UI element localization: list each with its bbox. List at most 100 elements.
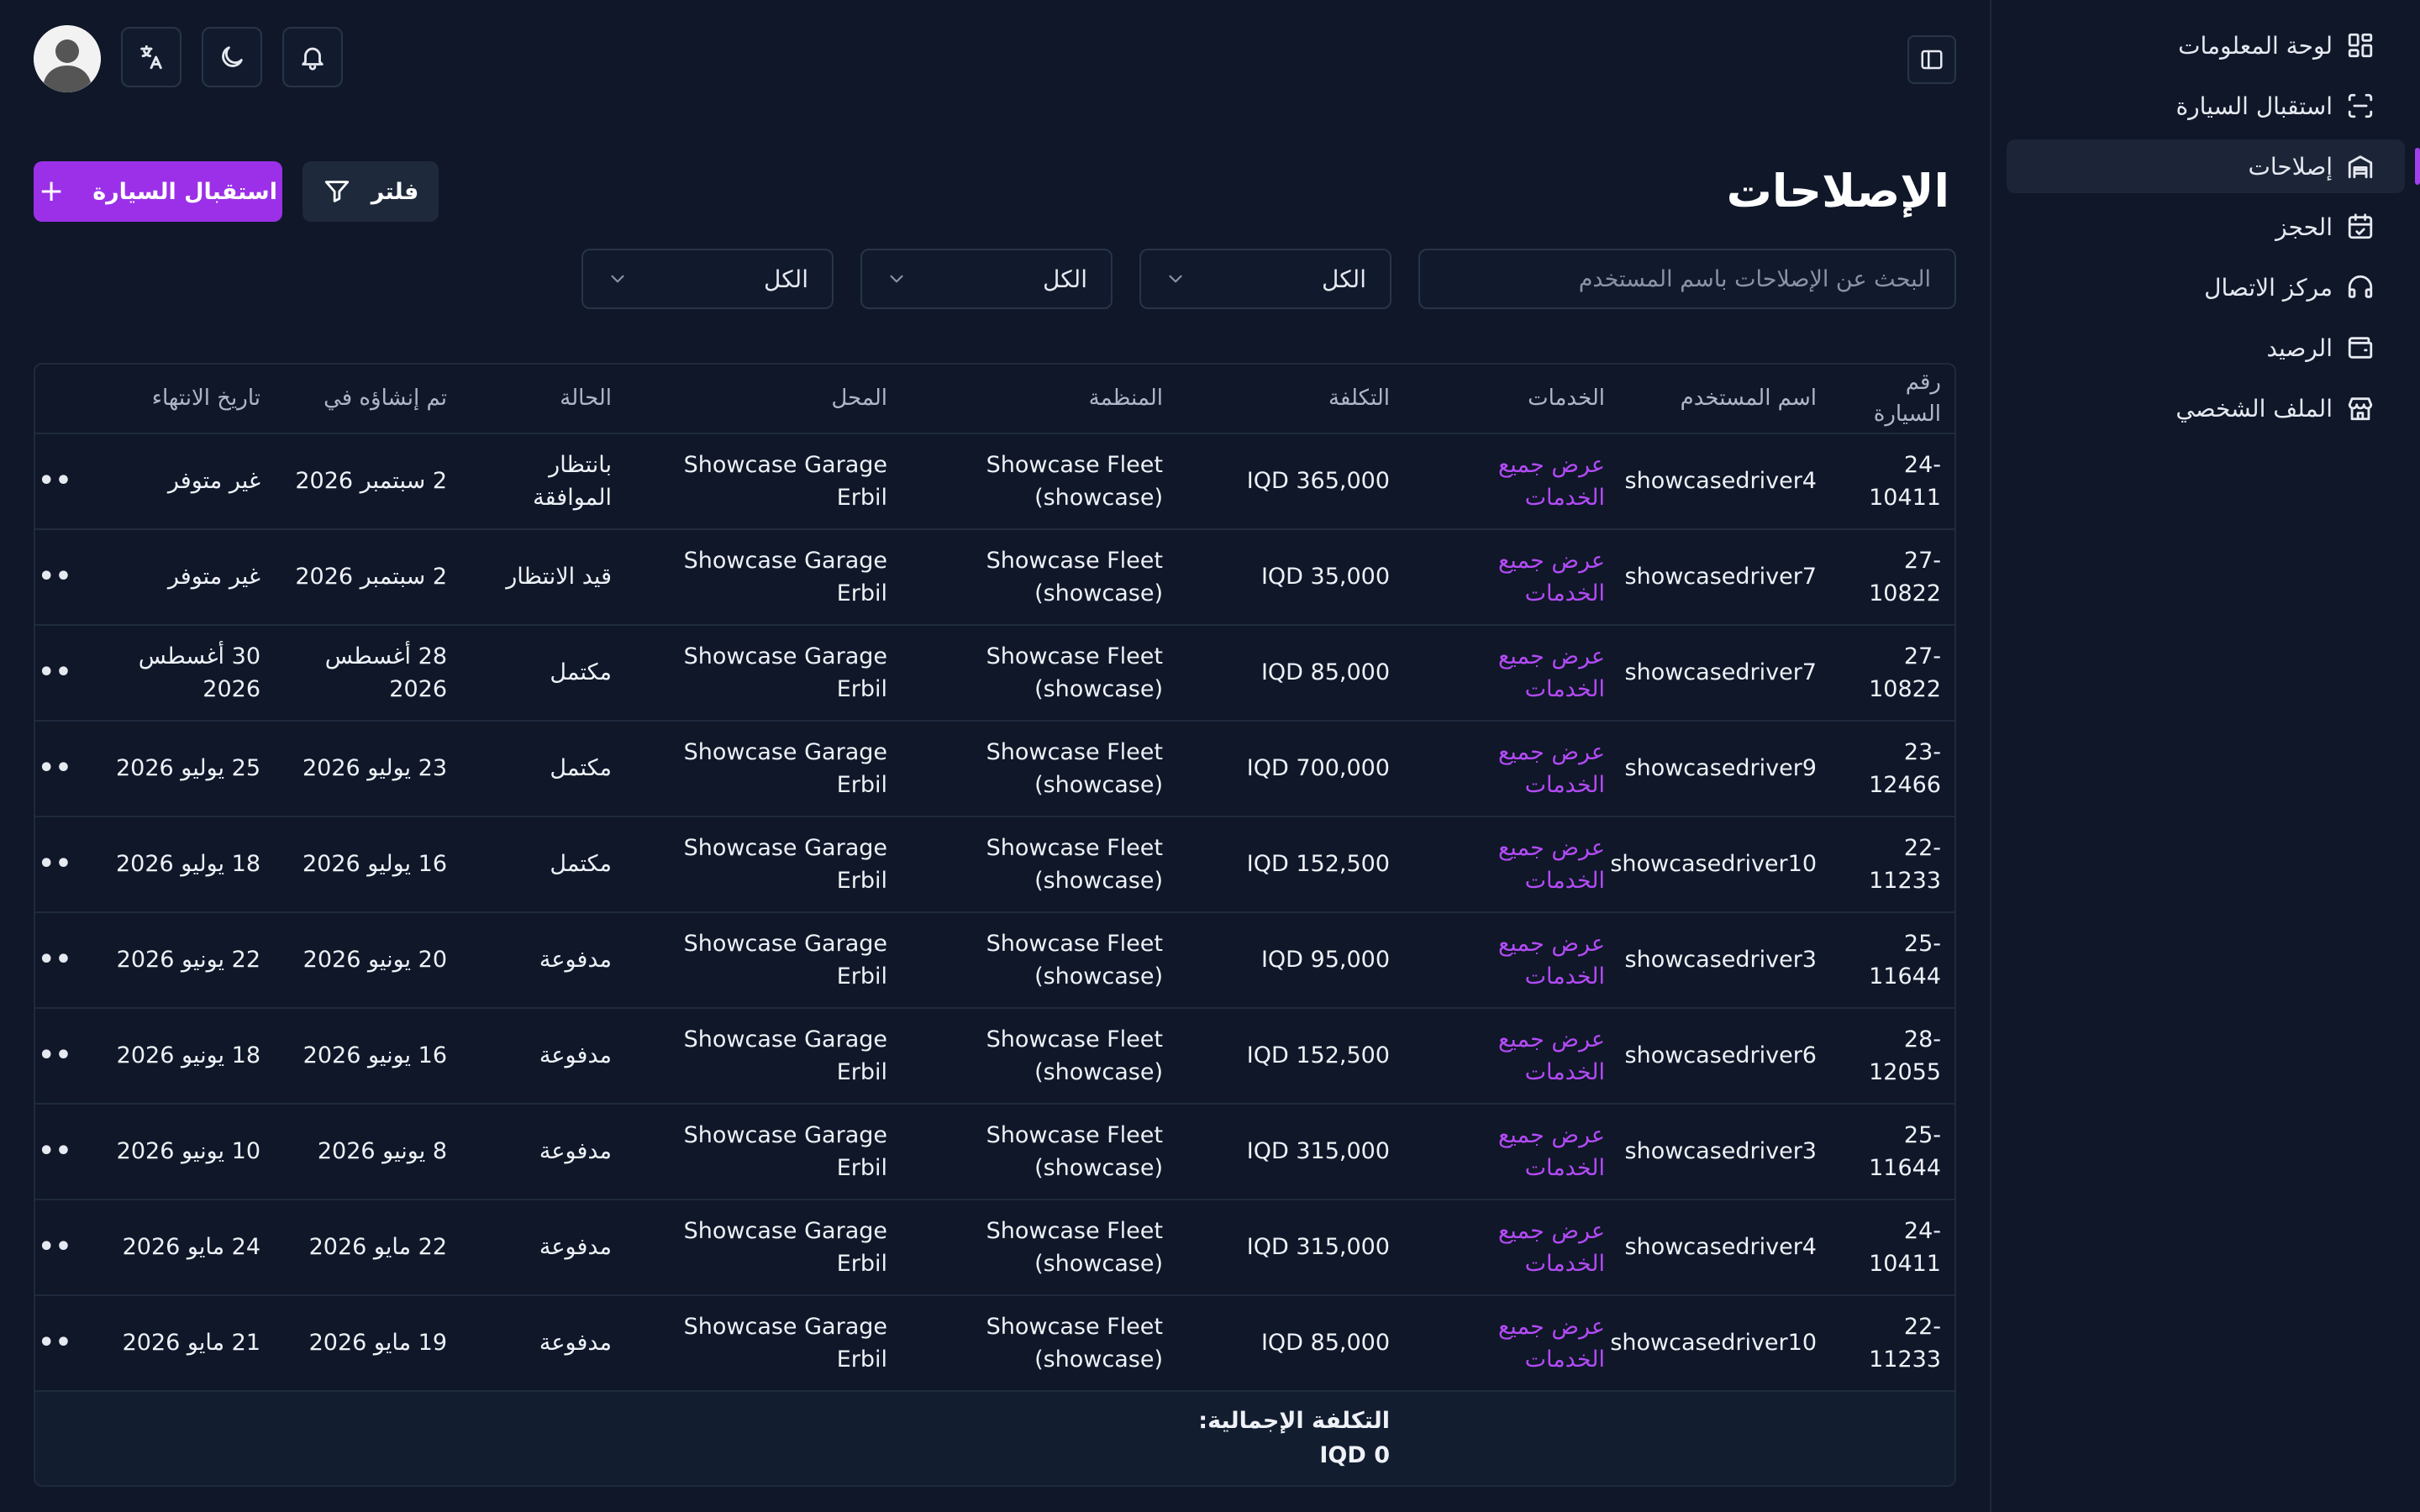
end-date-cell: غير متوفر bbox=[86, 529, 274, 626]
row-actions-button[interactable]: ••• bbox=[35, 721, 86, 817]
sidebar-item-repairs[interactable]: إصلاحات bbox=[2007, 139, 2420, 193]
table-row[interactable]: 25-11644 showcasedriver3 عرض جميع الخدمات I… bbox=[35, 912, 1954, 1009]
select-value: الكل bbox=[1322, 265, 1366, 293]
status-cell: مدفوعة bbox=[460, 1295, 625, 1392]
table-row[interactable]: 22-11233 showcasedriver10 عرض جميع الخدمات… bbox=[35, 816, 1954, 913]
notifications-button[interactable] bbox=[282, 27, 343, 87]
car-number-cell: 24-10411 bbox=[1830, 1200, 1954, 1296]
row-actions-button[interactable]: ••• bbox=[35, 625, 86, 722]
total-cost: التكلفة الإجمالية: 0 IQD bbox=[1176, 1391, 1403, 1485]
calendar-icon bbox=[2346, 213, 2375, 241]
services-link[interactable]: عرض جميع الخدمات bbox=[1403, 1008, 1618, 1105]
filter-select-2[interactable]: الكل bbox=[860, 249, 1113, 309]
sidebar-item-call-center[interactable]: مركز الاتصال bbox=[2007, 260, 2405, 314]
row-actions-button[interactable]: ••• bbox=[35, 816, 86, 913]
table-row[interactable]: 25-11644 showcasedriver3 عرض جميع الخدمات I… bbox=[35, 1104, 1954, 1200]
table-row[interactable]: 24-10411 showcasedriver4 عرض جميع الخدمات I… bbox=[35, 1200, 1954, 1296]
column-header[interactable]: تاريخ الانتهاء bbox=[86, 365, 274, 434]
username-cell: showcasedriver7 bbox=[1618, 625, 1830, 722]
language-button[interactable] bbox=[121, 27, 182, 87]
cost-cell: IQD 152,500 bbox=[1176, 816, 1403, 913]
user-avatar-icon bbox=[34, 25, 101, 92]
column-header[interactable]: التكلفة bbox=[1176, 365, 1403, 434]
end-date-cell: 30 أغسطس 2026 bbox=[86, 625, 274, 722]
username-cell: showcasedriver4 bbox=[1618, 433, 1830, 530]
organization-cell: Showcase Fleet (showcase) bbox=[901, 816, 1176, 913]
services-link[interactable]: عرض جميع الخدمات bbox=[1403, 529, 1618, 626]
chevron-down-icon bbox=[886, 268, 908, 290]
table-footer-row: التكلفة الإجمالية: 0 IQD bbox=[35, 1391, 1954, 1485]
sidebar-item-label: إصلاحات bbox=[2248, 152, 2333, 181]
cost-cell: IQD 95,000 bbox=[1176, 912, 1403, 1009]
column-header[interactable]: رقم السيارة bbox=[1830, 365, 1954, 434]
status-cell: مكتمل bbox=[460, 816, 625, 913]
sidebar-item-booking[interactable]: الحجز bbox=[2007, 200, 2405, 254]
footer-cell bbox=[625, 1391, 901, 1485]
row-actions-button[interactable]: ••• bbox=[35, 1200, 86, 1296]
select-value: الكل bbox=[764, 265, 808, 293]
username-cell: showcasedriver6 bbox=[1618, 1008, 1830, 1105]
store-icon bbox=[2346, 394, 2375, 423]
table-row[interactable]: 22-11233 showcasedriver10 عرض جميع الخدمات… bbox=[35, 1295, 1954, 1392]
sidebar-item-dashboard[interactable]: لوحة المعلومات bbox=[2007, 18, 2405, 72]
sidebar-item-car-reception[interactable]: استقبال السيارة bbox=[2007, 79, 2405, 133]
column-header[interactable]: الحالة bbox=[460, 365, 625, 434]
created-date-cell: 28 أغسطس 2026 bbox=[274, 625, 460, 722]
services-link[interactable]: عرض جميع الخدمات bbox=[1403, 721, 1618, 817]
services-link[interactable]: عرض جميع الخدمات bbox=[1403, 625, 1618, 722]
cost-cell: IQD 85,000 bbox=[1176, 625, 1403, 722]
services-link[interactable]: عرض جميع الخدمات bbox=[1403, 1104, 1618, 1200]
moon-icon bbox=[218, 43, 246, 71]
car-number-cell: 25-11644 bbox=[1830, 1104, 1954, 1200]
username-cell: showcasedriver10 bbox=[1610, 816, 1830, 913]
services-link[interactable]: عرض جميع الخدمات bbox=[1403, 1200, 1618, 1296]
column-header[interactable]: تم إنشاؤه في bbox=[274, 365, 460, 434]
created-date-cell: 16 يونيو 2026 bbox=[274, 1008, 460, 1105]
column-header[interactable]: اسم المستخدم bbox=[1618, 365, 1830, 434]
car-number-cell: 23-12466 bbox=[1830, 721, 1954, 817]
column-header[interactable]: المحل bbox=[625, 365, 901, 434]
end-date-cell: 18 يونيو 2026 bbox=[86, 1008, 274, 1105]
row-actions-button[interactable]: ••• bbox=[35, 1008, 86, 1105]
shop-cell: Showcase Garage Erbil bbox=[625, 529, 901, 626]
table-row[interactable]: 28-12055 showcasedriver6 عرض جميع الخدمات I… bbox=[35, 1008, 1954, 1105]
column-header[interactable]: المنظمة bbox=[901, 365, 1176, 434]
end-date-cell: 18 يوليو 2026 bbox=[86, 816, 274, 913]
avatar[interactable] bbox=[34, 25, 101, 92]
filter-select-3[interactable]: الكل bbox=[581, 249, 834, 309]
row-actions-button[interactable]: ••• bbox=[35, 1295, 86, 1392]
add-car-reception-button[interactable]: استقبال السيارة + bbox=[34, 161, 282, 222]
bell-icon bbox=[298, 43, 327, 71]
table-row[interactable]: 24-10411 showcasedriver4 عرض جميع الخدمات I… bbox=[35, 433, 1954, 530]
row-actions-button[interactable]: ••• bbox=[35, 1104, 86, 1200]
row-actions-button[interactable]: ••• bbox=[35, 433, 86, 530]
services-link[interactable]: عرض جميع الخدمات bbox=[1403, 1295, 1618, 1392]
filter-select-1[interactable]: الكل bbox=[1139, 249, 1392, 309]
row-actions-button[interactable]: ••• bbox=[35, 912, 86, 1009]
row-actions-button[interactable]: ••• bbox=[35, 529, 86, 626]
username-cell: showcasedriver7 bbox=[1618, 529, 1830, 626]
services-link[interactable]: عرض جميع الخدمات bbox=[1403, 433, 1618, 530]
column-header[interactable]: الخدمات bbox=[1403, 365, 1618, 434]
services-link[interactable]: عرض جميع الخدمات bbox=[1403, 912, 1618, 1009]
sidebar-item-balance[interactable]: الرصيد bbox=[2007, 321, 2405, 375]
sidebar-toggle-button[interactable] bbox=[1907, 35, 1956, 84]
search-input[interactable]: البحث عن الإصلاحات باسم المستخدم bbox=[1418, 249, 1956, 309]
created-date-cell: 16 يوليو 2026 bbox=[274, 816, 460, 913]
shop-cell: Showcase Garage Erbil bbox=[625, 433, 901, 530]
footer-cell bbox=[86, 1391, 274, 1485]
theme-toggle-button[interactable] bbox=[202, 27, 262, 87]
status-cell: مدفوعة bbox=[460, 1104, 625, 1200]
services-link[interactable]: عرض جميع الخدمات bbox=[1403, 816, 1618, 913]
table-row[interactable]: 27-10822 showcasedriver7 عرض جميع الخدمات I… bbox=[35, 529, 1954, 626]
filter-button-label: فلتر bbox=[371, 178, 419, 205]
organization-cell: Showcase Fleet (showcase) bbox=[901, 912, 1176, 1009]
table-row[interactable]: 23-12466 showcasedriver9 عرض جميع الخدمات I… bbox=[35, 721, 1954, 817]
filter-button[interactable]: فلتر bbox=[302, 161, 439, 222]
table-row[interactable]: 27-10822 showcasedriver7 عرض جميع الخدمات I… bbox=[35, 625, 1954, 722]
car-number-cell: 25-11644 bbox=[1830, 912, 1954, 1009]
cost-cell: IQD 700,000 bbox=[1176, 721, 1403, 817]
end-date-cell: غير متوفر bbox=[86, 433, 274, 530]
car-number-cell: 22-11233 bbox=[1830, 1295, 1954, 1392]
sidebar-item-profile[interactable]: الملف الشخصي bbox=[2007, 381, 2405, 435]
